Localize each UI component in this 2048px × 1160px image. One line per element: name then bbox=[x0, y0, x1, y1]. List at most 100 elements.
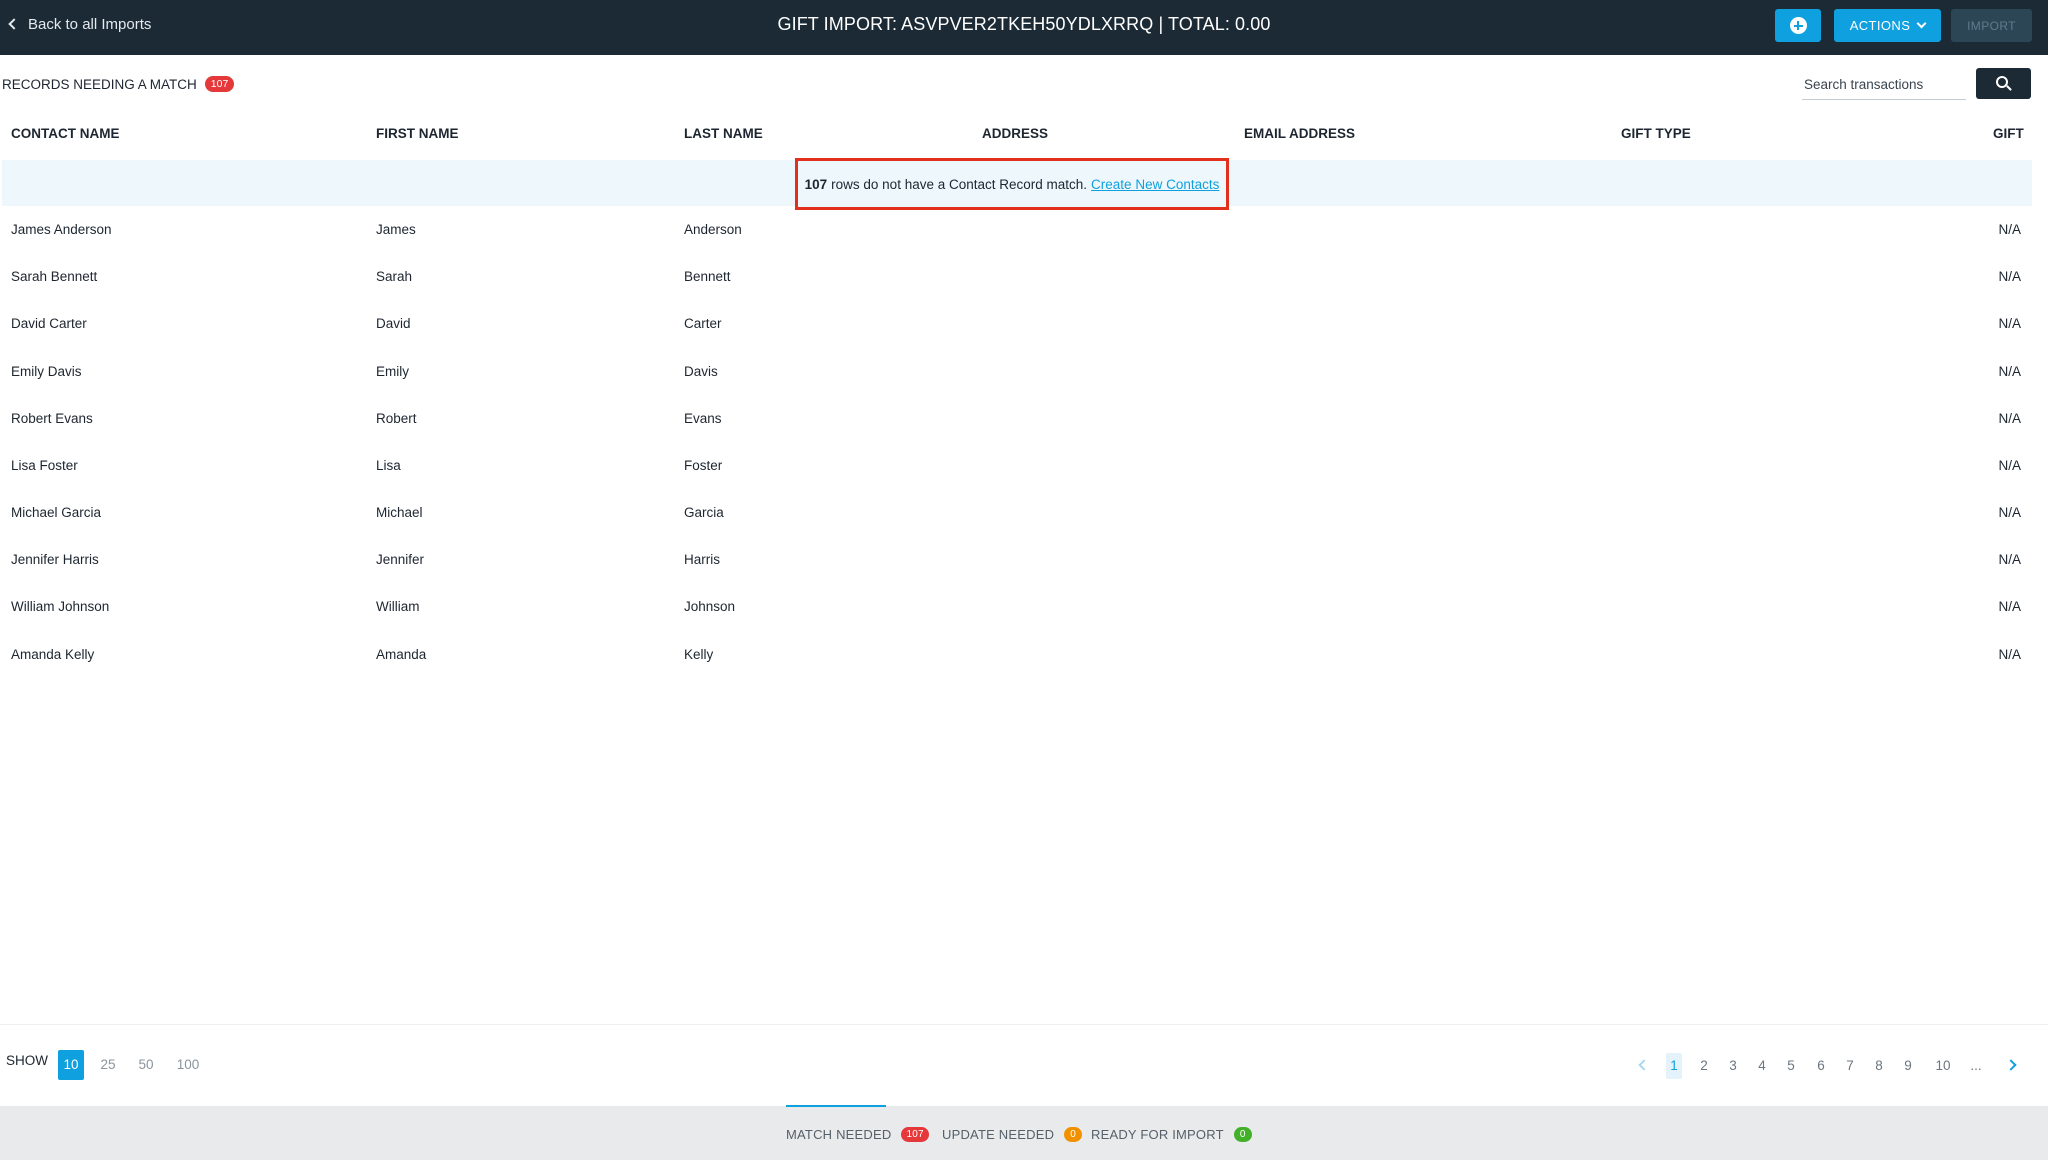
show-label: SHOW bbox=[6, 1053, 48, 1068]
actions-dropdown-button[interactable]: ACTIONS bbox=[1834, 9, 1941, 42]
table-row[interactable]: David Carter David Carter N/A bbox=[2, 300, 2032, 347]
page-number[interactable]: 4 bbox=[1754, 1053, 1770, 1079]
page-size-option[interactable]: 50 bbox=[133, 1050, 159, 1080]
next-page-icon[interactable] bbox=[2005, 1059, 2017, 1071]
first-name-cell: Michael bbox=[376, 505, 423, 520]
gift-cell: N/A bbox=[1998, 411, 2021, 426]
table-row[interactable]: Michael Garcia Michael Garcia N/A bbox=[2, 489, 2032, 536]
footer-divider bbox=[0, 1024, 2048, 1025]
last-name-cell: Foster bbox=[684, 458, 723, 473]
table-row[interactable]: Lisa Foster Lisa Foster N/A bbox=[2, 442, 2032, 489]
page-ellipsis[interactable]: ... bbox=[1967, 1053, 1985, 1079]
search-icon bbox=[1996, 76, 2008, 88]
tab-update-needed[interactable]: UPDATE NEEDED 0 bbox=[942, 1124, 1083, 1144]
first-name-cell: David bbox=[376, 316, 411, 331]
no-match-count: 107 bbox=[804, 176, 828, 192]
gift-cell: N/A bbox=[1998, 647, 2021, 662]
last-name-cell: Harris bbox=[684, 552, 720, 567]
first-name-cell: Emily bbox=[376, 364, 409, 379]
section-title-label: RECORDS NEEDING A MATCH bbox=[2, 76, 197, 92]
column-header-first-name[interactable]: FIRST NAME bbox=[376, 126, 459, 146]
first-name-cell: Lisa bbox=[376, 458, 401, 473]
first-name-cell: Robert bbox=[376, 411, 417, 426]
last-name-cell: Davis bbox=[684, 364, 718, 379]
gift-cell: N/A bbox=[1998, 364, 2021, 379]
table-row[interactable]: Robert Evans Robert Evans N/A bbox=[2, 395, 2032, 442]
import-button[interactable]: IMPORT bbox=[1951, 9, 2032, 42]
tab-count-badge: 0 bbox=[1233, 1126, 1252, 1142]
column-header-gift[interactable]: GIFT bbox=[1993, 126, 2024, 146]
page-number[interactable]: 1 bbox=[1666, 1053, 1682, 1079]
tab-label: MATCH NEEDED bbox=[786, 1126, 892, 1142]
first-name-cell: Sarah bbox=[376, 269, 413, 284]
gift-cell: N/A bbox=[1998, 505, 2021, 520]
last-name-cell: Bennett bbox=[684, 269, 731, 284]
tab-match-needed[interactable]: MATCH NEEDED 107 bbox=[786, 1124, 929, 1144]
last-name-cell: Anderson bbox=[684, 222, 742, 237]
page-number[interactable]: 6 bbox=[1813, 1053, 1829, 1079]
gift-cell: N/A bbox=[1998, 269, 2021, 284]
contact-name-cell: Emily Davis bbox=[11, 364, 82, 379]
table-row[interactable]: Jennifer Harris Jennifer Harris N/A bbox=[2, 536, 2032, 583]
page-number[interactable]: 8 bbox=[1871, 1053, 1887, 1079]
last-name-cell: Carter bbox=[684, 316, 722, 331]
table-row[interactable]: Sarah Bennett Sarah Bennett N/A bbox=[2, 253, 2032, 300]
contact-name-cell: Jennifer Harris bbox=[11, 552, 99, 567]
table-row[interactable]: James Anderson James Anderson N/A bbox=[2, 206, 2032, 253]
no-match-notice: 107 rows do not have a Contact Record ma… bbox=[795, 158, 1229, 210]
no-match-text: rows do not have a Contact Record match. bbox=[831, 176, 1088, 192]
plus-circle-icon bbox=[1789, 17, 1807, 34]
tab-label: UPDATE NEEDED bbox=[942, 1126, 1055, 1142]
top-bar: Back to all Imports GIFT IMPORT: ASVPVER… bbox=[0, 0, 2048, 55]
tab-label: READY FOR IMPORT bbox=[1091, 1126, 1224, 1142]
page-title: GIFT IMPORT: ASVPVER2TKEH50YDLXRRQ | TOT… bbox=[777, 14, 1271, 34]
gift-cell: N/A bbox=[1998, 316, 2021, 331]
first-name-cell: Jennifer bbox=[376, 552, 425, 567]
actions-label: ACTIONS bbox=[1849, 18, 1911, 33]
contact-name-cell: David Carter bbox=[11, 316, 87, 331]
last-name-cell: Johnson bbox=[684, 599, 736, 614]
contact-name-cell: James Anderson bbox=[11, 222, 112, 237]
contact-name-cell: Michael Garcia bbox=[11, 505, 102, 520]
search-button[interactable] bbox=[1976, 68, 2031, 99]
search-transactions-input[interactable] bbox=[1802, 70, 1966, 100]
column-header-contact-name[interactable]: CONTACT NAME bbox=[11, 126, 120, 146]
page-number[interactable]: 9 bbox=[1900, 1053, 1916, 1079]
page-size-option[interactable]: 100 bbox=[172, 1050, 204, 1080]
contact-name-cell: William Johnson bbox=[11, 599, 110, 614]
column-header-gift-type[interactable]: GIFT TYPE bbox=[1621, 126, 1691, 146]
gift-cell: N/A bbox=[1998, 222, 2021, 237]
tab-ready-for-import[interactable]: READY FOR IMPORT 0 bbox=[1091, 1124, 1252, 1144]
column-header-last-name[interactable]: LAST NAME bbox=[684, 126, 763, 146]
page-number[interactable]: 7 bbox=[1842, 1053, 1858, 1079]
page-number[interactable]: 3 bbox=[1725, 1053, 1741, 1079]
table-row[interactable]: William Johnson William Johnson N/A bbox=[2, 583, 2032, 630]
page-number[interactable]: 10 bbox=[1931, 1053, 1955, 1079]
page-number[interactable]: 5 bbox=[1783, 1053, 1799, 1079]
column-header-email-address[interactable]: EMAIL ADDRESS bbox=[1244, 126, 1355, 146]
gift-cell: N/A bbox=[1998, 552, 2021, 567]
first-name-cell: Amanda bbox=[376, 647, 427, 662]
page-number[interactable]: 2 bbox=[1696, 1053, 1712, 1079]
gift-cell: N/A bbox=[1998, 458, 2021, 473]
first-name-cell: James bbox=[376, 222, 416, 237]
gift-cell: N/A bbox=[1998, 599, 2021, 614]
last-name-cell: Garcia bbox=[684, 505, 724, 520]
table-row[interactable]: Amanda Kelly Amanda Kelly N/A bbox=[2, 631, 2032, 678]
add-button[interactable] bbox=[1775, 9, 1821, 42]
records-count-badge: 107 bbox=[204, 76, 235, 92]
contact-name-cell: Robert Evans bbox=[11, 411, 93, 426]
column-header-address[interactable]: ADDRESS bbox=[982, 126, 1048, 146]
page-size-option[interactable]: 25 bbox=[96, 1050, 120, 1080]
page-size-option[interactable]: 10 bbox=[58, 1050, 84, 1080]
section-title: RECORDS NEEDING A MATCH 107 bbox=[2, 74, 235, 94]
tab-count-badge: 107 bbox=[901, 1126, 929, 1142]
contact-name-cell: Sarah Bennett bbox=[11, 269, 98, 284]
previous-page-icon[interactable] bbox=[1638, 1059, 1650, 1071]
contact-name-cell: Amanda Kelly bbox=[11, 647, 95, 662]
tab-count-badge: 0 bbox=[1064, 1126, 1083, 1142]
table-row[interactable]: Emily Davis Emily Davis N/A bbox=[2, 348, 2032, 395]
create-new-contacts-link[interactable]: Create New Contacts bbox=[1091, 177, 1219, 192]
contact-name-cell: Lisa Foster bbox=[11, 458, 78, 473]
chevron-down-icon bbox=[1916, 18, 1927, 29]
